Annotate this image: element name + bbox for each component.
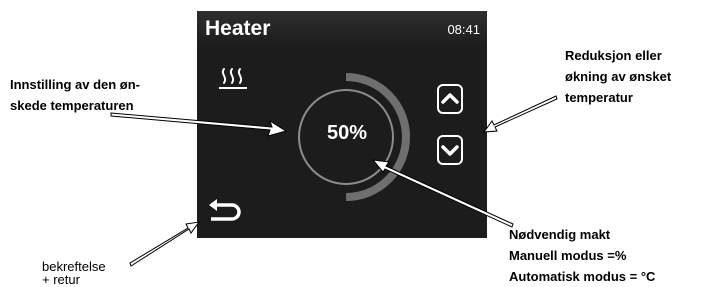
arrow-to-arc	[371, 159, 514, 228]
annotation-arrows	[110, 95, 558, 267]
arrow-to-buttons	[482, 95, 558, 133]
arrow-to-dial	[110, 112, 288, 137]
arrow-to-back	[129, 221, 201, 267]
